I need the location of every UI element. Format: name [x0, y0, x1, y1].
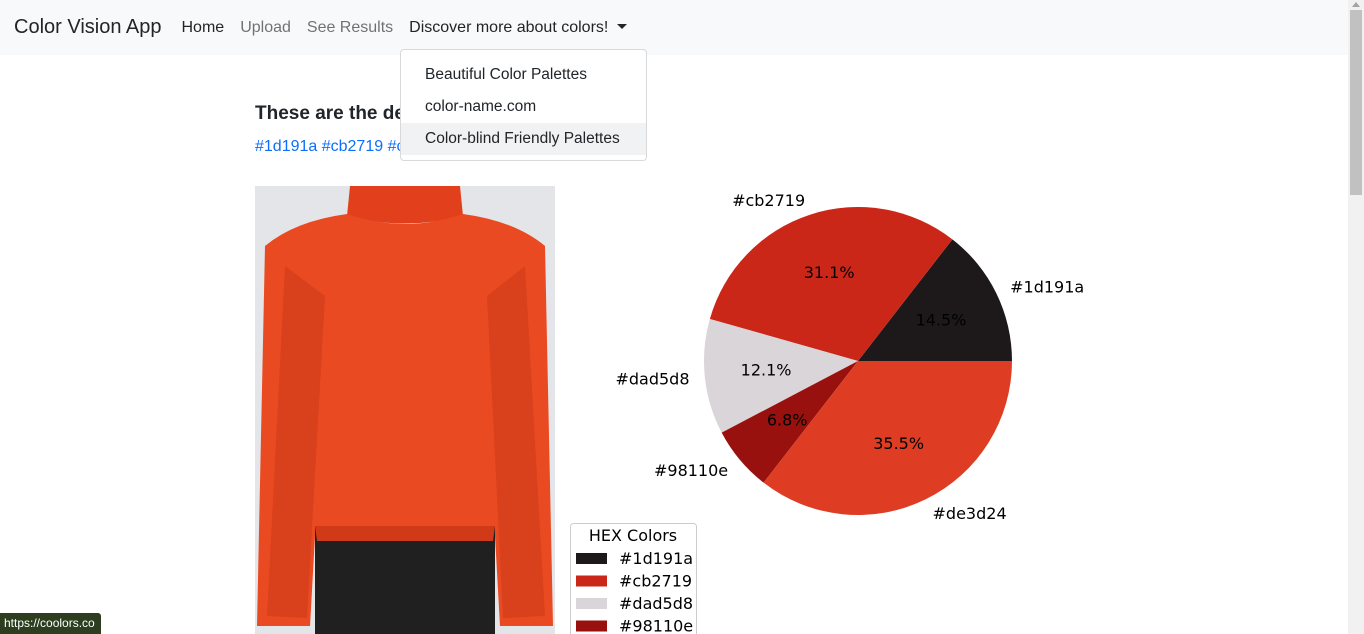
sweater-photo-illustration — [255, 186, 555, 634]
pie-category-label: #dad5d8 — [615, 370, 689, 389]
pie-value-label: 12.1% — [741, 361, 792, 380]
pie-category-label: #98110e — [654, 461, 728, 480]
pie-category-label: #1d191a — [1010, 277, 1084, 296]
hex-color-links[interactable]: #1d191a #cb2719 #c — [255, 138, 401, 156]
brand-link[interactable]: Color Vision App — [14, 16, 162, 39]
legend-label: #dad5d8 — [619, 594, 693, 613]
legend-swatch — [576, 575, 607, 587]
nav-upload[interactable]: Upload — [240, 19, 291, 37]
legend-title: HEX Colors — [589, 526, 677, 545]
dropdown-item-color-name[interactable]: color-name.com — [401, 91, 646, 123]
legend-label: #cb2719 — [619, 572, 692, 591]
pie-value-label: 14.5% — [916, 310, 967, 329]
discover-dropdown-menu: Beautiful Color Palettes color-name.com … — [400, 49, 647, 161]
nav-see-results[interactable]: See Results — [307, 19, 393, 37]
legend-label: #1d191a — [619, 549, 693, 568]
chart-legend: HEX Colors #1d191a #cb2719 #dad5d8 #98110e — [570, 523, 697, 634]
pie-value-label: 35.5% — [873, 434, 924, 453]
pie-value-label: 6.8% — [767, 410, 808, 429]
caret-down-icon — [617, 23, 628, 29]
scrollbar-thumb[interactable] — [1350, 10, 1362, 195]
legend-swatch — [576, 553, 607, 564]
pie-category-label: #de3d24 — [933, 504, 1007, 523]
legend-swatch — [576, 620, 607, 632]
nav-home[interactable]: Home — [182, 19, 225, 37]
uploaded-image — [255, 186, 555, 634]
color-pie-chart: #1d191a #cb2719 #dad5d8 #98110e #de3d24 14.5… — [570, 191, 1084, 634]
scroll-up-arrow-icon[interactable] — [1352, 2, 1360, 7]
results-heading: These are the de — [255, 103, 405, 124]
pie-category-label: #cb2719 — [732, 191, 805, 210]
status-bar-url: https://coolors.co — [0, 613, 101, 634]
nav-discover-label: Discover more about colors! — [409, 18, 609, 36]
dropdown-item-beautiful-palettes[interactable]: Beautiful Color Palettes — [401, 59, 646, 91]
nav-discover-dropdown[interactable]: Discover more about colors! — [409, 18, 628, 37]
legend-swatch — [576, 598, 607, 609]
legend-label: #98110e — [619, 617, 693, 634]
dropdown-item-colorblind-palettes[interactable]: Color-blind Friendly Palettes — [401, 123, 646, 155]
navbar: Color Vision App Home Upload See Results… — [0, 0, 1348, 55]
pie-value-label: 31.1% — [804, 263, 855, 282]
